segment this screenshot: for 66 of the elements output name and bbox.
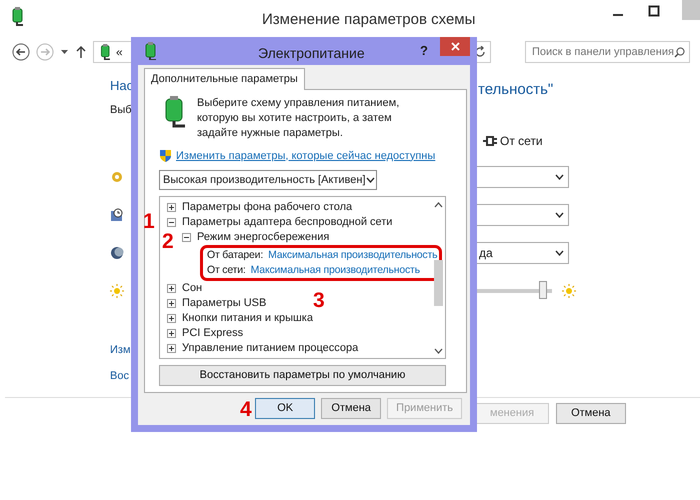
plug-icon (482, 135, 498, 147)
tree-item[interactable]: Параметры USB (182, 295, 266, 312)
button[interactable]: OK (255, 398, 316, 419)
annotation-number: 4 (240, 399, 252, 420)
help-button[interactable]: ? (420, 41, 428, 60)
battery-icon (163, 96, 187, 128)
link[interactable]: Изменить параметры, которые сейчас недоступны (176, 148, 436, 164)
annotation-number: 3 (313, 290, 325, 311)
link[interactable]: Изм (110, 342, 131, 358)
intro-text: Выберите схему управления питанием, которую вы хотите настроить, а затем задайте нужные параметры. (197, 96, 400, 140)
chevron-down-icon (555, 250, 564, 256)
dialog-title: Электропитание (258, 44, 365, 63)
link[interactable]: Вос (110, 368, 129, 384)
dropdown[interactable]: Высокая производительность [Активен] (159, 170, 377, 190)
window-title: Изменение параметров схемы (262, 10, 476, 30)
column-header: От сети (500, 133, 543, 150)
tree-item[interactable]: Сон (182, 280, 202, 297)
moon-icon (110, 246, 124, 260)
maximize-icon[interactable] (648, 5, 660, 17)
dropdown-value: да (479, 245, 493, 262)
setting-value[interactable]: Максимальная производительность (250, 262, 420, 278)
tree-item[interactable]: Кнопки питания и крышка (182, 310, 313, 327)
back-icon[interactable] (12, 43, 30, 61)
tree-item[interactable]: Управление питанием процессора (182, 340, 358, 357)
annotation-number: 1 (143, 211, 155, 232)
expand-icon[interactable] (167, 284, 176, 293)
sun-icon (562, 284, 576, 298)
setting-label: От батареи: (207, 248, 264, 263)
expand-icon[interactable] (167, 344, 176, 353)
search-field[interactable]: Поиск в панели управления (525, 41, 690, 63)
refresh-icon[interactable] (474, 46, 486, 58)
expand-icon[interactable] (167, 314, 176, 323)
chevron-down-icon (432, 346, 445, 356)
expand-icon[interactable] (167, 329, 176, 338)
dropdown-value: Высокая производительность [Активен] (163, 172, 366, 188)
expand-icon[interactable] (167, 203, 176, 212)
sun-icon (110, 284, 124, 298)
shield-icon (159, 148, 172, 163)
chevron-down-icon (555, 212, 564, 218)
close-button[interactable] (440, 37, 470, 56)
page-subtitle: Выб (110, 102, 132, 118)
up-arrow-icon[interactable] (75, 45, 87, 59)
button[interactable]: Отмена (321, 398, 382, 419)
tab[interactable]: Дополнительные параметры (144, 68, 305, 90)
collapse-icon[interactable] (182, 233, 191, 242)
clock-icon (110, 208, 124, 222)
restore-defaults-button[interactable]: Восстановить параметры по умолчанию (159, 365, 446, 386)
expand-icon[interactable] (167, 299, 176, 308)
tree-item[interactable]: Параметры адаптера беспроводной сети (182, 214, 392, 231)
tree-item[interactable]: Режим энергосбережения (197, 229, 330, 246)
button[interactable]: Отмена (556, 403, 626, 424)
dropdown-icon[interactable] (60, 49, 69, 55)
chevron-down-icon (366, 177, 375, 183)
annotation-number: 2 (162, 231, 174, 252)
tree-item[interactable]: PCI Express (182, 325, 244, 342)
page-heading: тельность" (478, 80, 554, 100)
setting-label: От сети: (207, 262, 246, 278)
chevron-down-icon (555, 174, 564, 180)
slider-thumb[interactable] (538, 281, 547, 299)
search-icon[interactable] (674, 46, 685, 58)
address-text: « (116, 44, 123, 61)
setting-value[interactable]: Максимальная производительность (268, 248, 438, 264)
battery-icon (98, 44, 112, 60)
collapse-icon[interactable] (167, 218, 176, 227)
tree-item[interactable]: Параметры фона рабочего стола (182, 199, 352, 216)
scrollbar-thumb[interactable] (434, 260, 443, 306)
